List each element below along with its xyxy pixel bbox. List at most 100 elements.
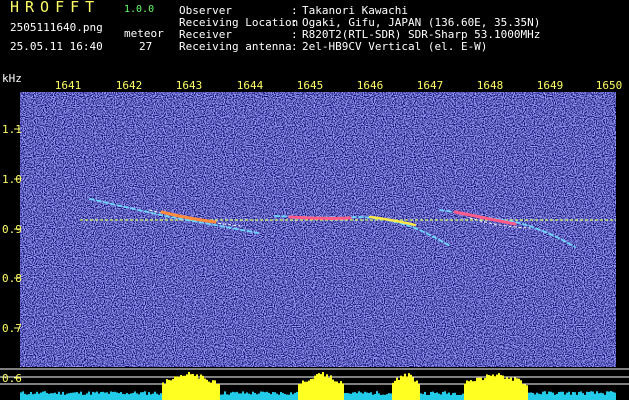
- signal-level-bar: [574, 392, 576, 400]
- signal-level-bar: [328, 377, 330, 400]
- signal-level-bar: [404, 373, 406, 400]
- image-filename: 2505111640.png: [10, 21, 103, 34]
- signal-level-bar: [278, 394, 280, 400]
- signal-level-bar: [184, 375, 186, 400]
- signal-level-bar: [254, 392, 256, 400]
- y-axis-ticks: [14, 128, 20, 379]
- y-tick-label: 0.8: [2, 272, 22, 285]
- signal-level-bar: [262, 391, 264, 400]
- signal-level-bar: [32, 394, 34, 400]
- signal-level-bar: [24, 393, 26, 400]
- signal-level-bar: [282, 393, 284, 400]
- signal-level-bar: [582, 393, 584, 400]
- signal-level-bar: [50, 393, 52, 400]
- signal-level-bar: [286, 394, 288, 400]
- signal-level-bar: [54, 392, 56, 400]
- signal-level-bar: [318, 373, 320, 400]
- signal-level-bar: [490, 375, 492, 400]
- signal-level-bar: [238, 393, 240, 400]
- x-tick-label: 1648: [476, 79, 504, 92]
- signal-level-bar: [280, 391, 282, 400]
- signal-level-bar: [418, 384, 420, 400]
- signal-level-bar: [64, 394, 66, 400]
- signal-level-bar: [306, 381, 308, 400]
- signal-level-bar: [210, 382, 212, 400]
- signal-level-bar: [42, 391, 44, 400]
- signal-level-bar: [180, 375, 182, 400]
- signal-level-bar: [72, 392, 74, 400]
- signal-level-bar: [366, 392, 368, 400]
- signal-level-bar: [202, 375, 204, 400]
- signal-level-bar: [218, 383, 220, 400]
- signal-level-bar: [416, 380, 418, 400]
- signal-level-bar: [252, 391, 254, 400]
- signal-level-bar: [316, 374, 318, 400]
- signal-level-bar: [162, 382, 164, 400]
- signal-level-bar: [600, 392, 602, 400]
- signal-level-bar: [420, 393, 422, 400]
- signal-level-bar: [496, 374, 498, 400]
- signal-level-bar: [132, 392, 134, 400]
- signal-level-bar: [20, 392, 22, 400]
- signal-level-bar: [204, 378, 206, 400]
- signal-level-bar: [372, 394, 374, 400]
- signal-level-bar: [588, 391, 590, 400]
- signal-level-bar: [462, 393, 464, 400]
- signal-level-bar: [190, 374, 192, 400]
- signal-level-bar: [284, 393, 286, 400]
- info-label-observer: Observer: [179, 4, 232, 17]
- signal-level-bar: [76, 392, 78, 400]
- signal-level-bar: [244, 393, 246, 400]
- info-label-receiver: Receiver: [179, 28, 232, 41]
- signal-level-bar: [260, 391, 262, 400]
- signal-level-bar: [220, 394, 222, 400]
- x-tick-label: 1643: [175, 79, 203, 92]
- signal-level-bar: [62, 391, 64, 400]
- signal-level-bar: [492, 374, 494, 400]
- signal-level-bar: [562, 391, 564, 400]
- signal-level-bar: [324, 376, 326, 400]
- signal-level-bar: [296, 391, 298, 400]
- signal-level-bar: [188, 372, 190, 400]
- signal-level-bar: [494, 376, 496, 400]
- signal-level-bar: [458, 394, 460, 400]
- signal-level-bar: [394, 380, 396, 400]
- info-label-antenna: Receiving antenna: [179, 40, 292, 53]
- signal-level-bar: [146, 394, 148, 400]
- signal-level-bar: [380, 394, 382, 400]
- signal-level-bar: [422, 394, 424, 400]
- x-tick-label: 1650: [595, 79, 623, 92]
- signal-level-bar: [192, 373, 194, 400]
- signal-level-bar: [560, 391, 562, 400]
- signal-level-bar: [148, 392, 150, 400]
- signal-level-bar: [198, 378, 200, 400]
- signal-level-bar: [474, 381, 476, 400]
- signal-level-bar: [134, 391, 136, 400]
- signal-level-bar: [152, 393, 154, 400]
- signal-level-bar: [182, 375, 184, 400]
- signal-level-bar: [468, 381, 470, 400]
- meteor-echo-head: [288, 215, 352, 220]
- signal-level-bar: [136, 393, 138, 400]
- signal-level-bar: [140, 392, 142, 400]
- app-version: 1.0.0: [124, 4, 155, 15]
- hrofft-screen: HROFFT 1.0.0 2505111640.png meteor 25.05…: [0, 0, 629, 400]
- signal-level-bar: [472, 381, 474, 400]
- info-label-location: Receiving Location: [179, 16, 299, 29]
- y-axis-unit: kHz: [2, 72, 22, 85]
- signal-level-bar: [592, 391, 594, 400]
- signal-level-bar: [116, 392, 118, 400]
- signal-level-bar: [556, 393, 558, 400]
- signal-level-bar: [142, 392, 144, 400]
- signal-level-bar: [406, 376, 408, 400]
- signal-level-bar: [554, 394, 556, 400]
- signal-level-bar: [534, 394, 536, 400]
- signal-level-bar: [274, 392, 276, 400]
- signal-level-bar: [104, 392, 106, 400]
- signal-level-bar: [598, 393, 600, 400]
- signal-level-bar: [532, 392, 534, 400]
- signal-level-bar: [478, 377, 480, 400]
- signal-level-bar: [266, 391, 268, 400]
- signal-level-bar: [388, 393, 390, 400]
- signal-level-bar: [258, 393, 260, 400]
